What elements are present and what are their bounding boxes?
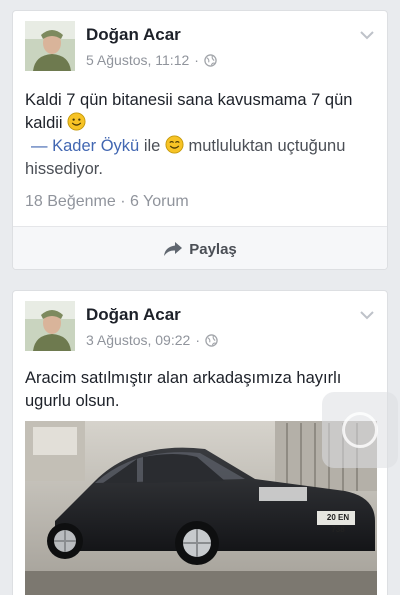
author-name[interactable]: Doğan Acar <box>86 25 181 45</box>
tag-prefix: — <box>31 137 48 155</box>
counts-separator: · <box>120 193 126 210</box>
chevron-down-icon[interactable] <box>359 309 375 321</box>
meta-separator: · <box>195 332 200 348</box>
tagged-friend-link[interactable]: Kader Öykü <box>52 137 139 155</box>
post-card: Doğan Acar 5 Ağustos, 11:12 · Kaldi 7 qü… <box>12 10 388 270</box>
smile-emoji-icon <box>67 112 86 131</box>
avatar[interactable] <box>25 21 75 71</box>
post-date[interactable]: 5 Ağustos, 11:12 <box>86 52 189 68</box>
smile-emoji-icon <box>165 135 184 154</box>
globe-icon <box>204 53 217 67</box>
share-button[interactable]: Paylaş <box>13 227 387 269</box>
post-date[interactable]: 3 Ağustos, 09:22 <box>86 332 190 348</box>
license-plate: 20 EN 738 <box>326 513 350 534</box>
share-label: Paylaş <box>189 240 237 258</box>
share-arrow-icon <box>164 242 183 256</box>
meta-separator: · <box>194 52 199 68</box>
avatar[interactable] <box>25 301 75 351</box>
with-label: ile <box>143 137 161 155</box>
author-name[interactable]: Doğan Acar <box>86 305 181 325</box>
assistive-touch-ring <box>342 412 378 448</box>
post-meta: 3 Ağustos, 09:22 · <box>86 332 218 348</box>
post-meta: 5 Ağustos, 11:12 · <box>86 52 217 68</box>
assistive-touch-button[interactable] <box>322 392 398 468</box>
comments-count[interactable]: 6 Yorum <box>130 193 189 210</box>
chevron-down-icon[interactable] <box>359 29 375 41</box>
likes-count[interactable]: 18 Beğenme <box>25 193 116 210</box>
reaction-counts: 18 Beğenme · 6 Yorum <box>25 193 189 211</box>
post-text: Kaldi 7 qün bitanesii sana kavusmama 7 q… <box>25 89 377 181</box>
globe-icon <box>205 333 218 347</box>
